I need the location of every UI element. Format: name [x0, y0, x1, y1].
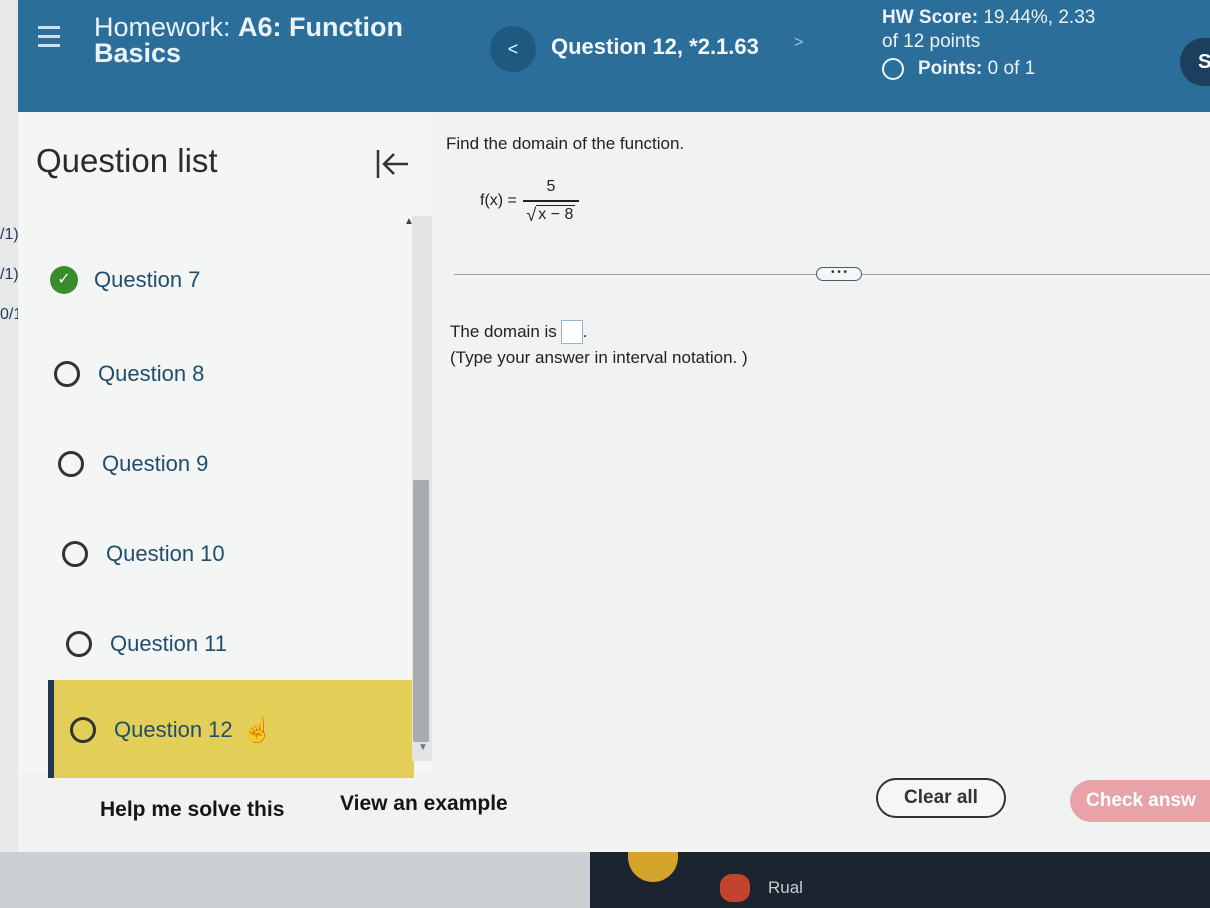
- question-list-title: Question list: [36, 142, 218, 179]
- homework-title: Homework: A6: Function Basics: [94, 12, 404, 68]
- answer-hint: (Type your answer in interval notation. …: [450, 348, 748, 367]
- unanswered-circle-icon: [66, 631, 92, 657]
- main-panel: Question list ✓ Question 7 Question 8 Qu…: [18, 112, 1210, 852]
- unanswered-circle-icon: [54, 361, 80, 387]
- points-row: Points: 0 of 1: [882, 58, 1035, 80]
- check-answer-button[interactable]: Check answ: [1070, 780, 1210, 822]
- help-me-solve-button[interactable]: Help me solve this: [100, 798, 284, 822]
- taskbar: Rual: [590, 852, 1210, 908]
- question-title: Question 12, *2.1.63: [551, 34, 759, 59]
- previous-question-button[interactable]: <: [490, 26, 536, 72]
- edge-fragment: /1): [0, 226, 19, 243]
- checkmark-icon: ✓: [50, 266, 78, 294]
- hand-cursor-icon: ☝: [242, 716, 273, 744]
- clear-all-button[interactable]: Clear all: [876, 778, 1006, 818]
- function-expression: f(x) = 5 √ x − 8: [480, 178, 579, 224]
- hw-score-label: HW Score:: [882, 7, 979, 28]
- points-value: 0 of 1: [987, 58, 1036, 79]
- question-list-item-label: Question 8: [98, 361, 205, 386]
- question-list-item[interactable]: ✓ Question 7: [50, 250, 390, 310]
- question-list-item-label: Question 11: [110, 631, 228, 656]
- answer-prefix: The domain is: [450, 322, 557, 341]
- hamburger-menu-icon[interactable]: [38, 26, 60, 50]
- scroll-down-arrow-icon[interactable]: ▼: [418, 742, 428, 753]
- answer-input[interactable]: [560, 320, 583, 344]
- taskbar-app-icon[interactable]: [720, 874, 750, 902]
- question-list-sidebar: Question list ✓ Question 7 Question 8 Qu…: [18, 112, 432, 778]
- question-list-item[interactable]: Question 9: [58, 434, 398, 494]
- fraction-numerator: 5: [546, 178, 556, 195]
- square-root-icon: √: [526, 204, 537, 225]
- fraction: 5 √ x − 8: [522, 178, 579, 225]
- save-button[interactable]: S: [1180, 38, 1210, 86]
- taskbar-label: Rual: [768, 878, 803, 897]
- radicand: x − 8: [536, 204, 576, 223]
- app-header: Homework: A6: Function Basics < Question…: [18, 0, 1210, 112]
- question-list-item[interactable]: Question 8: [54, 344, 394, 404]
- answer-suffix: .: [582, 322, 588, 341]
- question-list-item[interactable]: Question 11: [66, 614, 406, 674]
- points-label: Points:: [918, 58, 983, 79]
- edge-fragment: /1): [0, 266, 19, 283]
- question-prompt: Find the domain of the function.: [446, 134, 685, 153]
- question-list-item-label: Question 7: [94, 267, 201, 292]
- fraction-denominator: √ x − 8: [526, 202, 576, 225]
- more-options-button[interactable]: • • •: [816, 267, 862, 281]
- points-status-circle-icon: [882, 58, 904, 80]
- sidebar-scrollbar-thumb[interactable]: [413, 480, 429, 742]
- homework-title-name: A6: Function: [238, 12, 404, 42]
- question-list-item-label: Question 12: [114, 717, 233, 742]
- question-list-item[interactable]: Question 10: [62, 524, 402, 584]
- collapse-sidebar-icon[interactable]: [374, 146, 412, 182]
- question-list-item-current[interactable]: Question 12 ☝: [70, 700, 410, 760]
- answer-row: The domain is .: [450, 320, 588, 344]
- hw-score-value: 19.44%, 2.33: [983, 7, 1096, 28]
- question-list-item-label: Question 9: [102, 451, 209, 476]
- taskbar-app-icon[interactable]: [628, 852, 678, 882]
- desk-surface: [0, 852, 590, 908]
- scroll-up-arrow-icon[interactable]: ▲: [404, 216, 414, 227]
- unanswered-circle-icon: [70, 717, 96, 743]
- unanswered-circle-icon: [58, 451, 84, 477]
- view-example-button[interactable]: View an example: [340, 792, 508, 816]
- left-edge-strip: /1) /1) 0/1: [0, 0, 22, 908]
- hw-score-total: of 12 points: [882, 31, 981, 52]
- hw-score: HW Score: 19.44%, 2.33 of 12 points: [882, 6, 1095, 54]
- question-list-item-label: Question 10: [106, 541, 225, 566]
- homework-title-line2: Basics: [94, 38, 182, 68]
- unanswered-circle-icon: [62, 541, 88, 567]
- next-question-button[interactable]: >: [794, 34, 803, 52]
- function-lhs: f(x) =: [480, 191, 517, 209]
